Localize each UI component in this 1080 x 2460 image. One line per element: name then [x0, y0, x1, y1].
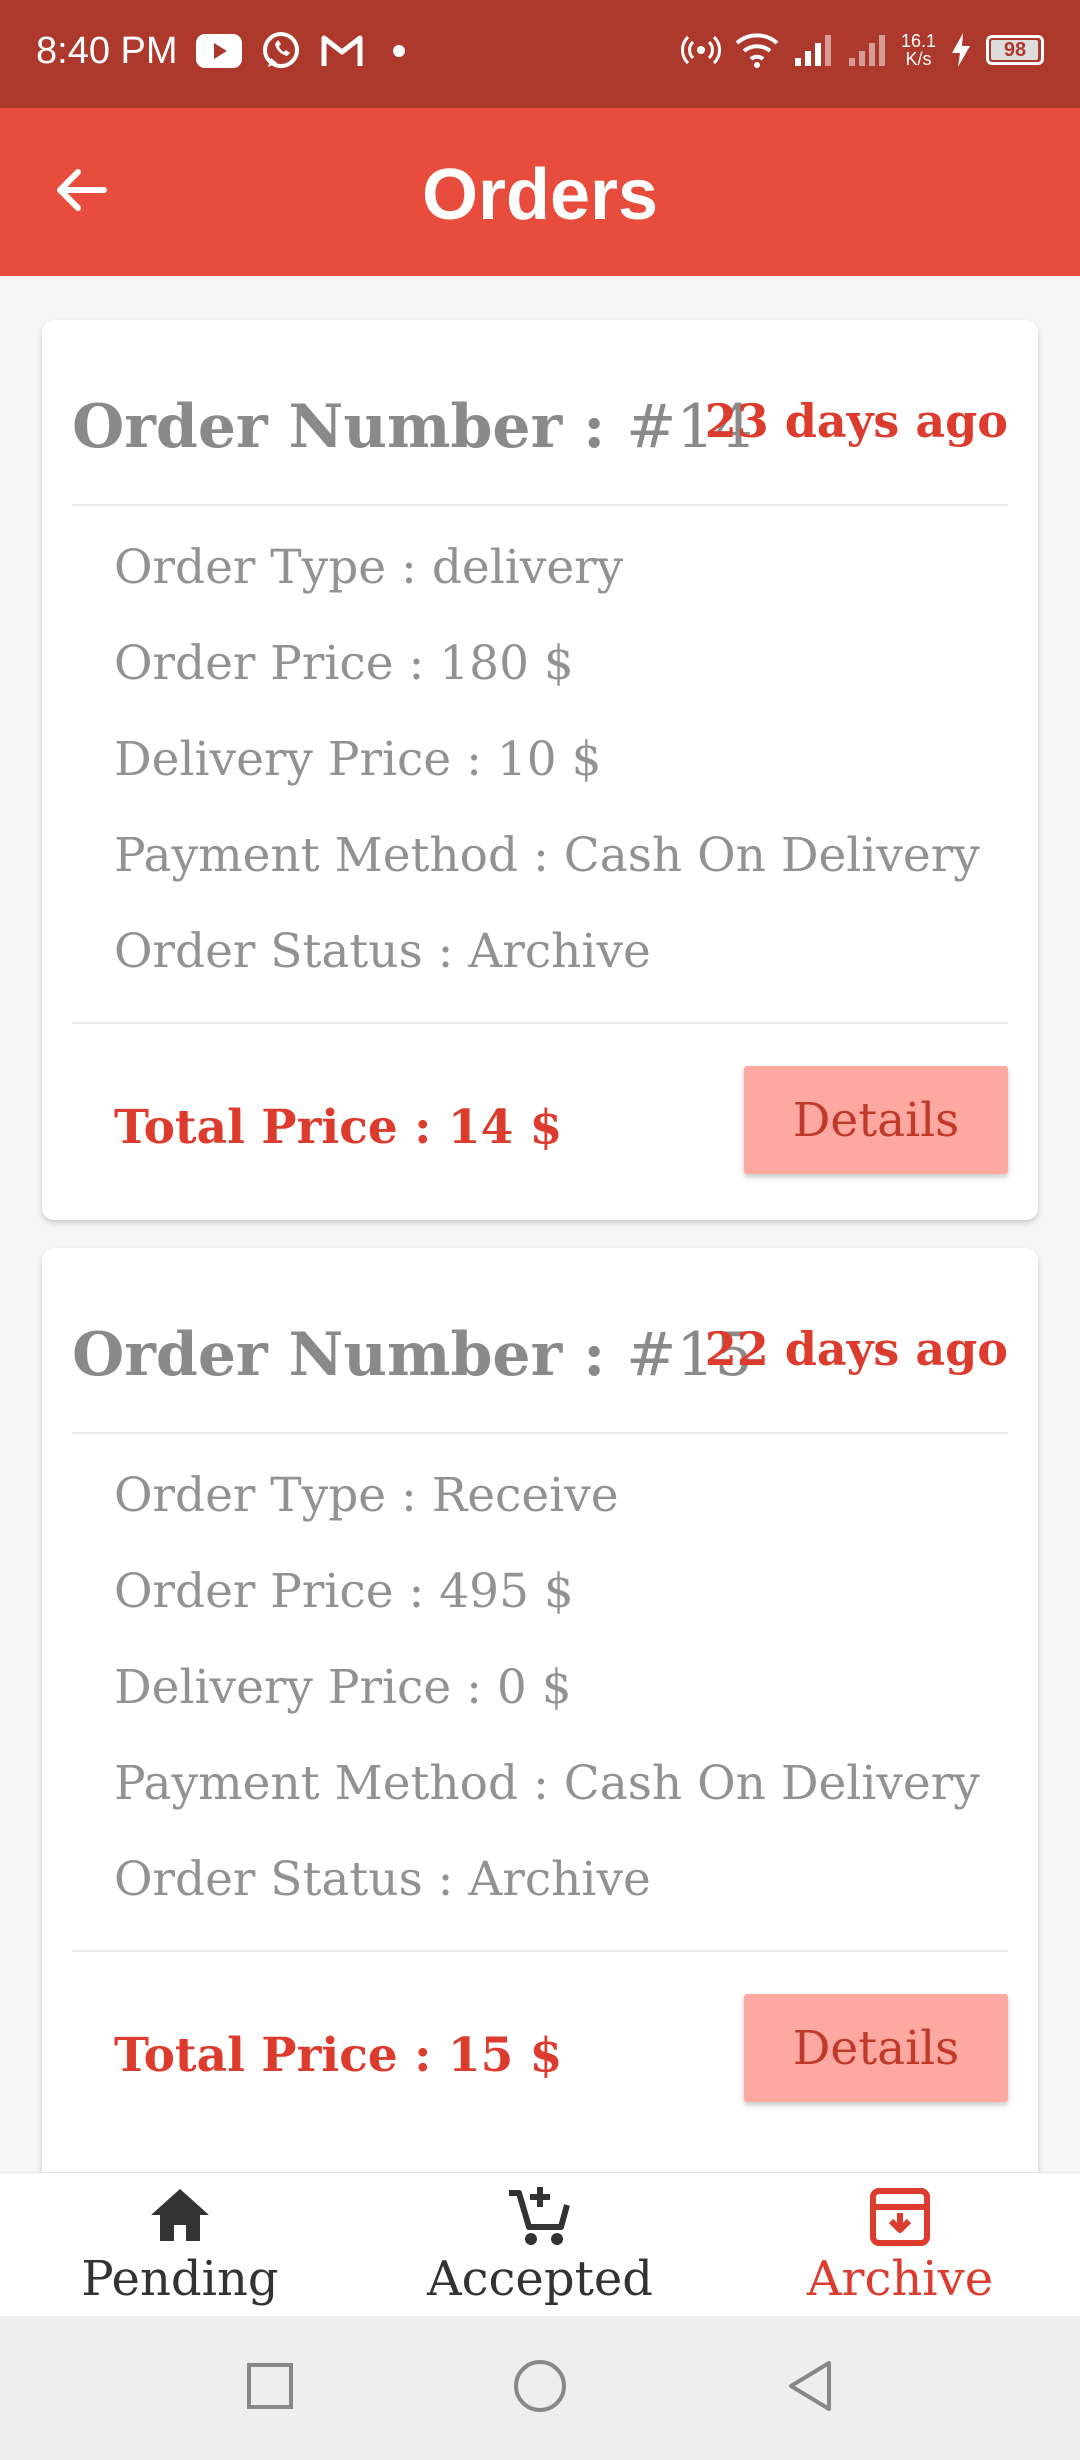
order-number: Order Number : #15	[72, 1320, 753, 1390]
youtube-icon	[196, 34, 242, 68]
order-type: Order Type : Receive	[114, 1468, 619, 1523]
order-card-header: Order Number : #15 22 days ago	[72, 1312, 1008, 1434]
card-divider	[72, 1950, 1008, 1952]
order-number: Order Number : #14	[72, 392, 753, 462]
hotspot-icon	[680, 30, 721, 70]
order-card-header: Order Number : #14 23 days ago	[72, 384, 1008, 506]
archive-icon	[720, 2183, 1080, 2249]
network-speed: 16.1 K/s	[901, 32, 936, 68]
gmail-icon	[320, 34, 364, 68]
dot-icon	[382, 34, 416, 68]
order-type: Order Type : delivery	[114, 540, 624, 595]
cart-add-icon	[360, 2183, 720, 2249]
network-speed-unit: K/s	[905, 49, 932, 69]
wifi-icon	[735, 31, 779, 69]
order-status: Order Status : Archive	[114, 1852, 651, 1907]
order-number-label: Order Number :	[72, 1320, 606, 1390]
order-status: Order Status : Archive	[114, 924, 651, 979]
payment-method: Payment Method : Cash On Delivery	[114, 1756, 980, 1811]
circle-icon	[512, 2358, 568, 2418]
orders-list[interactable]: Order Number : #14 23 days ago Order Typ…	[0, 276, 1080, 2172]
status-bar: 8:40 PM 16.1 K/s 98	[0, 0, 1080, 108]
order-time-ago: 23 days ago	[704, 394, 1008, 448]
nav-label: Accepted	[427, 2251, 653, 2307]
page-title: Orders	[421, 155, 659, 235]
system-navigation-bar	[0, 2316, 1080, 2460]
system-status-icons: 16.1 K/s 98	[680, 30, 1044, 70]
total-price: Total Price : 14 $	[114, 1100, 563, 1155]
battery-icon: 98	[986, 35, 1044, 65]
home-icon	[0, 2183, 360, 2249]
details-button[interactable]: Details	[744, 1066, 1008, 1174]
back-nav-button[interactable]	[776, 2354, 844, 2422]
order-card: Order Number : #15 22 days ago Order Typ…	[42, 1248, 1038, 2172]
nav-item-pending[interactable]: Pending	[0, 2173, 360, 2317]
notification-icons	[196, 30, 416, 72]
order-card: Order Number : #14 23 days ago Order Typ…	[42, 320, 1038, 1220]
order-number-label: Order Number :	[72, 392, 606, 462]
battery-percentage: 98	[1003, 39, 1027, 61]
order-price: Order Price : 495 $	[114, 1564, 574, 1619]
triangle-back-icon	[785, 2359, 835, 2417]
bottom-navigation: Pending Accepted Archive	[0, 2172, 1080, 2317]
square-icon	[245, 2361, 295, 2415]
signal-icon-2	[847, 32, 887, 68]
card-divider	[72, 1022, 1008, 1024]
network-speed-value: 16.1	[900, 31, 936, 51]
nav-label: Archive	[806, 2251, 994, 2307]
payment-method: Payment Method : Cash On Delivery	[114, 828, 980, 883]
home-button[interactable]	[506, 2354, 574, 2422]
order-price: Order Price : 180 $	[114, 636, 574, 691]
nav-label: Pending	[81, 2251, 279, 2307]
status-time: 8:40 PM	[36, 30, 178, 72]
recents-button[interactable]	[236, 2354, 304, 2422]
order-time-ago: 22 days ago	[704, 1322, 1008, 1376]
app-bar: Orders	[0, 108, 1080, 276]
total-price: Total Price : 15 $	[114, 2028, 563, 2083]
signal-icon	[793, 32, 833, 68]
nav-item-archive[interactable]: Archive	[720, 2173, 1080, 2317]
whatsapp-icon	[260, 30, 302, 72]
details-button[interactable]: Details	[744, 1994, 1008, 2102]
charging-icon	[950, 33, 972, 67]
delivery-price: Delivery Price : 0 $	[114, 1660, 572, 1715]
nav-item-accepted[interactable]: Accepted	[360, 2173, 720, 2317]
delivery-price: Delivery Price : 10 $	[114, 732, 602, 787]
